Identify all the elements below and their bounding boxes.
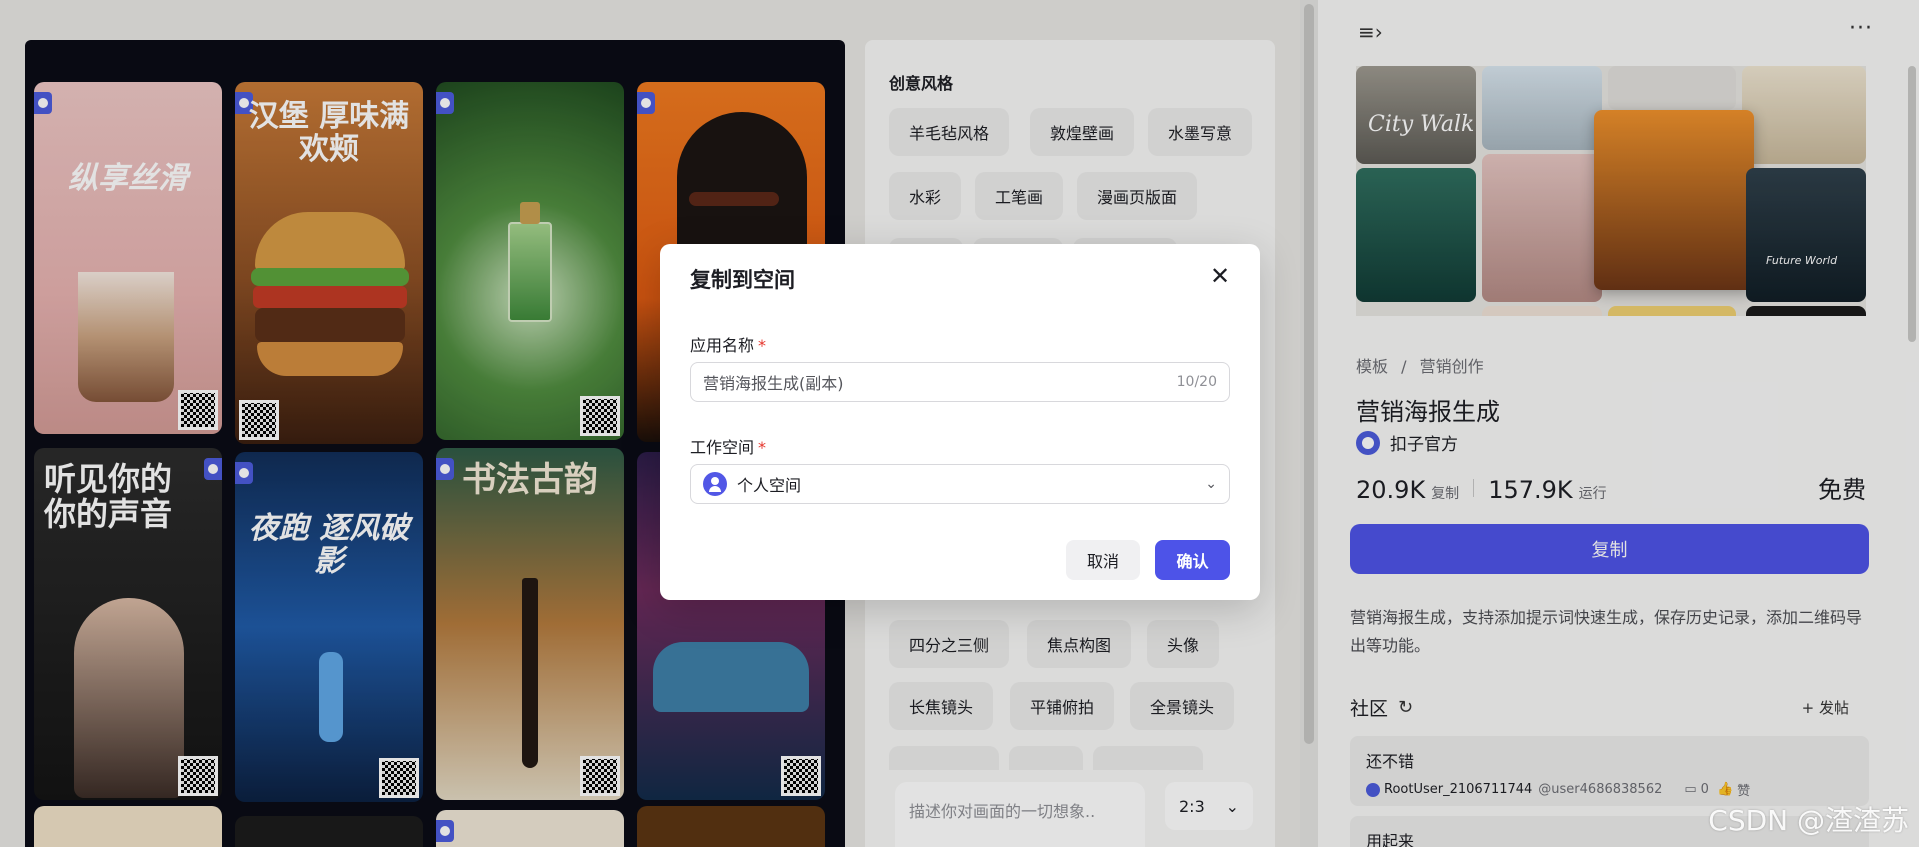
app-name-input[interactable]: 营销海报生成(副本) 10/20 — [690, 362, 1230, 402]
dialog-title: 复制到空间 — [690, 268, 795, 292]
watermark: CSDN @渣渣苏 — [1708, 804, 1909, 837]
workspace-value: 个人空间 — [737, 476, 802, 495]
app-name-value: 营销海报生成(副本) — [703, 374, 844, 393]
close-icon[interactable]: ✕ — [1208, 264, 1232, 288]
required-mark: * — [758, 336, 767, 355]
chevron-down-icon: ⌄ — [1205, 476, 1217, 492]
workspace-label: 工作空间 * — [690, 434, 766, 458]
cancel-button[interactable]: 取消 — [1066, 540, 1140, 580]
app-name-label: 应用名称 * — [690, 332, 766, 356]
required-mark: * — [758, 438, 767, 457]
confirm-button[interactable]: 确认 — [1155, 540, 1230, 580]
workspace-label-text: 工作空间 — [690, 438, 755, 457]
char-counter: 10/20 — [1176, 374, 1217, 390]
user-icon — [703, 472, 727, 496]
workspace-select[interactable]: 个人空间 ⌄ — [690, 464, 1230, 504]
copy-to-space-dialog: 复制到空间 ✕ 应用名称 * 营销海报生成(副本) 10/20 工作空间 * 个人空… — [660, 244, 1260, 600]
app-name-label-text: 应用名称 — [690, 336, 755, 355]
